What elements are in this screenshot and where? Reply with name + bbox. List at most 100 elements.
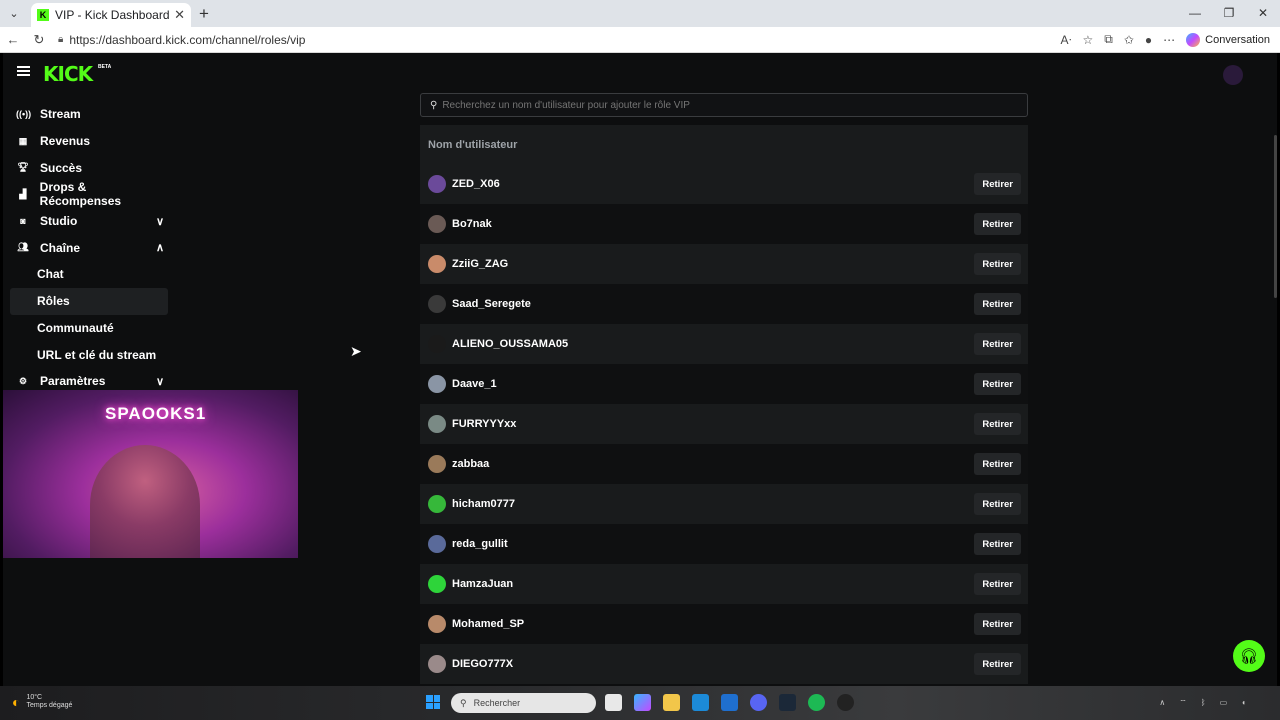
weather-desc: Temps dégagé (26, 702, 73, 709)
file-explorer-icon[interactable] (663, 694, 680, 711)
restore-icon[interactable]: ❐ (1212, 0, 1246, 27)
sidebar-nav: ((•)) Stream ▦ Revenus 🏆︎ Succès ▟ Drops… (10, 101, 168, 395)
refresh-icon[interactable]: ↻ (26, 32, 52, 48)
hamburger-menu-icon[interactable] (17, 66, 30, 76)
spotify-icon[interactable] (808, 694, 825, 711)
table-row: Bo7nak Retirer (420, 204, 1028, 244)
username: Mohamed_SP (452, 618, 525, 630)
favorite-star-icon[interactable]: ☆ (1083, 33, 1094, 47)
extensions-icon[interactable]: ⧉ (1104, 32, 1113, 47)
bluetooth-icon[interactable]: ᛒ (1201, 698, 1206, 708)
discord-icon[interactable] (750, 694, 767, 711)
steam-icon[interactable] (779, 694, 796, 711)
weather-text: 10°C Temps dégagé (26, 694, 72, 710)
remove-vip-button[interactable]: Retirer (974, 573, 1021, 595)
remove-vip-button[interactable]: Retirer (974, 373, 1021, 395)
sidebar-item-label: Chat (37, 267, 64, 282)
mouse-cursor-icon: ➤ (350, 343, 362, 359)
remove-vip-button[interactable]: Retirer (974, 253, 1021, 275)
sidebar-item-revenus[interactable]: ▦ Revenus (10, 128, 168, 155)
sidebar-item-drops[interactable]: ▟ Drops & Récompenses (10, 180, 168, 208)
windows-start-icon[interactable] (426, 695, 440, 709)
user-avatar-icon (428, 335, 446, 353)
weather-widget[interactable]: ◐ 10°C Temps dégagé (12, 694, 72, 710)
table-row: zabbaa Retirer (420, 444, 1028, 484)
network-icon[interactable]: ⌔ (1179, 698, 1187, 708)
taskbar-search[interactable]: ⚲ Rechercher (451, 693, 596, 713)
username: reda_gullit (452, 538, 508, 550)
sidebar-item-communaute[interactable]: Communauté (10, 315, 168, 342)
read-aloud-icon[interactable]: Aᐧ (1060, 33, 1071, 47)
task-view-icon[interactable] (605, 694, 622, 711)
vip-search-input[interactable] (442, 99, 1027, 111)
streamer-silhouette (90, 445, 200, 558)
app-topbar: KICK BETA (3, 53, 1277, 93)
vip-search-field[interactable]: ⚲ (420, 93, 1028, 117)
copilot-conversation-button[interactable]: Conversation (1186, 32, 1270, 47)
sidebar-item-label: Paramètres (40, 374, 106, 389)
sidebar-item-roles[interactable]: Rôles (10, 287, 168, 315)
vip-rows: ZED_X06 Retirer Bo7nak Retirer ZziiG_ZAG Reti… (420, 164, 1028, 684)
close-tab-icon[interactable]: ✕ (174, 7, 185, 23)
tab-list-chevron-icon[interactable]: ⌄ (3, 3, 25, 25)
username: ZziiG_ZAG (452, 258, 509, 270)
remove-vip-button[interactable]: Retirer (974, 493, 1021, 515)
minimize-icon[interactable]: — (1178, 0, 1212, 27)
remove-vip-button[interactable]: Retirer (974, 333, 1021, 355)
more-menu-icon[interactable]: ⋯ (1163, 33, 1175, 47)
sidebar-item-label: Chaîne (40, 240, 81, 255)
sidebar-item-label: Communauté (37, 320, 114, 335)
user-avatar-icon (428, 455, 446, 473)
edge-icon[interactable] (692, 694, 709, 711)
username: Saad_Seregete (452, 298, 531, 310)
support-chat-icon[interactable]: 🎧︎ (1233, 640, 1265, 672)
table-row: ZED_X06 Retirer (420, 164, 1028, 204)
back-icon[interactable]: ← (0, 32, 26, 47)
display-icon[interactable]: ▭ (1220, 698, 1228, 708)
beta-badge: BETA (98, 64, 112, 70)
sidebar-item-label: Succès (40, 160, 83, 175)
window-controls: — ❐ ✕ (1178, 0, 1280, 27)
new-tab-icon[interactable]: + (199, 4, 209, 24)
remove-vip-button[interactable]: Retirer (974, 413, 1021, 435)
conversation-label: Conversation (1205, 33, 1270, 46)
table-row: Saad_Seregete Retirer (420, 284, 1028, 324)
browser-toolbar: Aᐧ ☆ ⧉ ✩ ● ⋯ Conversation (1060, 32, 1270, 47)
sidebar-item-studio[interactable]: ◙ Studio ∨ (10, 208, 168, 235)
remove-vip-button[interactable]: Retirer (974, 173, 1021, 195)
sidebar-item-chat[interactable]: Chat (10, 261, 168, 288)
user-avatar-icon (428, 655, 446, 673)
sidebar-item-succes[interactable]: 🏆︎ Succès (10, 154, 168, 181)
obs-icon[interactable] (837, 694, 854, 711)
username: Bo7nak (452, 218, 492, 230)
remove-vip-button[interactable]: Retirer (974, 653, 1021, 675)
taskbar-search-label: Rechercher (473, 698, 521, 708)
user-avatar-icon (428, 535, 446, 553)
favorites-list-icon[interactable]: ✩ (1124, 33, 1134, 47)
kick-logo[interactable]: KICK (43, 62, 93, 86)
weather-sun-icon: ◐ (12, 694, 21, 710)
copilot-app-icon[interactable] (634, 694, 651, 711)
profile-icon[interactable]: ● (1145, 33, 1152, 47)
remove-vip-button[interactable]: Retirer (974, 293, 1021, 315)
browser-tab-active[interactable]: K VIP - Kick Dashboard ✕ (31, 3, 191, 27)
remove-vip-button[interactable]: Retirer (974, 533, 1021, 555)
table-row: Mohamed_SP Retirer (420, 604, 1028, 644)
remove-vip-button[interactable]: Retirer (974, 213, 1021, 235)
remove-vip-button[interactable]: Retirer (974, 453, 1021, 475)
remove-vip-button[interactable]: Retirer (974, 613, 1021, 635)
store-icon[interactable] (721, 694, 738, 711)
sidebar-item-stream[interactable]: ((•)) Stream (10, 101, 168, 128)
volume-icon[interactable]: ◖ (1241, 698, 1246, 708)
sidebar-item-chaine[interactable]: 👥︎ Chaîne ∧ (10, 234, 168, 261)
user-avatar[interactable] (1223, 65, 1243, 85)
username: Daave_1 (452, 378, 497, 390)
kick-dashboard: KICK BETA ((•)) Stream ▦ Revenus 🏆︎ Succ… (3, 53, 1277, 686)
sidebar-item-url-cle[interactable]: URL et clé du stream (10, 341, 168, 368)
window-close-icon[interactable]: ✕ (1246, 0, 1280, 27)
url-field[interactable]: 🔒︎ https://dashboard.kick.com/channel/ro… (58, 33, 1060, 47)
table-row: HamzaJuan Retirer (420, 564, 1028, 604)
user-avatar-icon (428, 495, 446, 513)
page-scrollbar[interactable] (1274, 135, 1277, 298)
tray-chevron-icon[interactable]: ∧ (1159, 698, 1165, 708)
